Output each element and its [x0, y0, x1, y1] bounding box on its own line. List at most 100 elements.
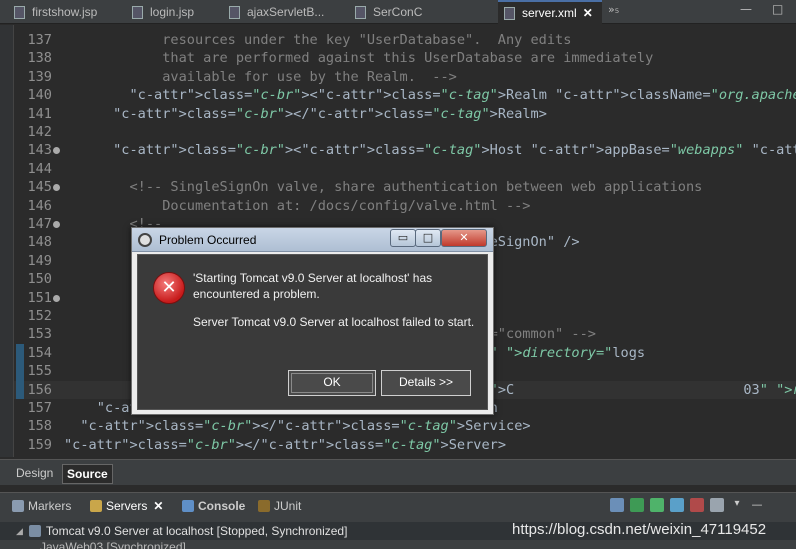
view-menu-icon[interactable]: ▾ [730, 498, 744, 512]
line-number: 146 [27, 197, 52, 214]
code-text: that are performed against this UserData… [64, 50, 654, 67]
line-number: 159 [27, 436, 52, 453]
tab-junit[interactable]: JUnit [258, 499, 301, 513]
tab-label: Console [198, 499, 246, 513]
tab-label: SerConC [373, 5, 423, 19]
module-row[interactable]: JavaWeb03 [Synchronized] [40, 540, 186, 549]
debug-server-icon[interactable] [610, 498, 624, 512]
tab-overflow-button[interactable]: »₅ [608, 3, 619, 16]
close-icon[interactable]: ✕ [583, 6, 593, 20]
line-number: 143 [27, 142, 52, 159]
error-message-detail: Server Tomcat v9.0 Server at localhost f… [193, 315, 475, 329]
code-line[interactable]: 146 Documentation at: /docs/config/valve… [14, 197, 796, 215]
problem-occurred-dialog: Problem Occurred ▭ □ ✕ ✕ 'Starting Tomca… [131, 227, 494, 415]
code-line[interactable]: 142 [14, 123, 796, 141]
minimize-icon[interactable]: — [750, 498, 764, 512]
tab-server-xml[interactable]: server.xml ✕ [498, 0, 602, 24]
line-number: 147 [27, 216, 52, 232]
line-number: 157 [27, 400, 52, 416]
code-text: "c-attr">class="c-br"><"c-attr">class="c… [113, 142, 796, 159]
watermark-text: https://blog.csdn.net/weixin_47119452 [512, 521, 767, 538]
tab-source[interactable]: Source [62, 464, 113, 484]
fold-toggle-icon[interactable] [53, 221, 60, 228]
code-line[interactable]: 137 resources under the key "UserDatabas… [14, 31, 796, 49]
stop-server-icon[interactable] [690, 498, 704, 512]
tab-label: login.jsp [150, 5, 195, 19]
xml-file-icon [504, 6, 515, 20]
line-number: 144 [27, 160, 52, 177]
line-number: 139 [27, 68, 52, 85]
markers-icon [12, 500, 24, 512]
tab-serconc[interactable]: SerConC [355, 0, 422, 24]
publish-icon[interactable] [670, 498, 684, 512]
expand-icon[interactable]: ◢ [16, 526, 23, 537]
code-line[interactable]: 140 "c-attr">class="c-br"><"c-attr">clas… [14, 86, 796, 104]
tab-design[interactable]: Design [12, 464, 57, 482]
line-number: 154 [27, 344, 52, 361]
line-number: 141 [27, 105, 52, 122]
tab-firstshow-jsp[interactable]: firstshow.jsp [14, 0, 97, 24]
eclipse-icon [138, 233, 152, 247]
tab-label: JUnit [274, 499, 302, 513]
editor-mode-tabs: Design Source [0, 459, 796, 485]
code-line[interactable]: 139 available for use by the Realm. --> [14, 68, 796, 86]
code-line[interactable]: 141 "c-attr">class="c-br"></"c-attr">cla… [14, 105, 796, 123]
code-text: <!-- SingleSignOn valve, share authentic… [64, 179, 703, 196]
start-server-icon[interactable] [630, 498, 644, 512]
tab-label: Markers [28, 499, 72, 513]
close-icon[interactable]: ✕ [153, 499, 163, 513]
code-line[interactable]: 138 that are performed against this User… [14, 49, 796, 67]
tab-servers[interactable]: Servers ✕ [90, 499, 163, 513]
line-number: 145 [27, 179, 52, 196]
console-icon [182, 500, 194, 512]
minimize-button[interactable]: ▭ [390, 229, 416, 247]
maximize-button[interactable]: □ [415, 229, 441, 247]
servers-icon [90, 500, 102, 512]
dialog-body: ✕ 'Starting Tomcat v9.0 Server at localh… [137, 254, 488, 410]
editor-tab-bar: firstshow.jsp login.jsp ajaxServletB... … [0, 0, 796, 24]
code-text: "c-attr">class="c-br"></"c-attr">class="… [113, 105, 547, 122]
profile-server-icon[interactable] [650, 498, 664, 512]
tab-markers[interactable]: Markers [12, 499, 71, 513]
tab-label: Servers [106, 499, 148, 513]
dialog-title: Problem Occurred [159, 233, 257, 247]
maximize-icon[interactable]: □ [772, 2, 783, 16]
line-number: 148 [27, 234, 52, 251]
fold-toggle-icon[interactable] [53, 294, 60, 302]
java-file-icon [229, 5, 240, 19]
line-number: 149 [27, 252, 52, 269]
jsp-file-icon [14, 5, 25, 19]
code-text: "c-attr">class="c-br"><"c-attr">class="c… [129, 87, 796, 104]
tomcat-server-icon [28, 525, 41, 537]
line-number: 156 [27, 381, 52, 398]
code-line[interactable]: 158 "c-attr">class="c-br"></"c-attr">cla… [14, 417, 796, 435]
tab-console[interactable]: Console [182, 499, 245, 513]
fold-toggle-icon[interactable] [53, 184, 60, 192]
line-number: 153 [27, 326, 52, 343]
disconnect-icon[interactable] [710, 498, 724, 512]
tab-ajaxservlet[interactable]: ajaxServletB... [229, 0, 324, 24]
line-number: 142 [27, 124, 52, 140]
tab-login-jsp[interactable]: login.jsp [132, 0, 194, 24]
left-gutter [0, 25, 14, 457]
details-button[interactable]: Details >> [381, 370, 471, 396]
close-button[interactable]: ✕ [441, 229, 487, 247]
line-number: 152 [27, 308, 52, 324]
error-message-primary: 'Starting Tomcat v9.0 Server at localhos… [193, 271, 433, 301]
line-number: 158 [27, 418, 52, 435]
error-icon: ✕ [153, 272, 185, 304]
code-line[interactable]: 145 <!-- SingleSignOn valve, share authe… [14, 178, 796, 196]
java-file-icon [355, 5, 366, 19]
ok-button[interactable]: OK [288, 370, 376, 396]
fold-toggle-icon[interactable] [53, 147, 60, 155]
code-text: resources under the key "UserDatabase". … [64, 32, 572, 48]
code-line[interactable]: 143 "c-attr">class="c-br"><"c-attr">clas… [14, 141, 796, 159]
jsp-file-icon [132, 5, 143, 19]
code-line[interactable]: 159 "c-attr">class="c-br"></"c-attr">clas… [14, 436, 796, 454]
minimize-icon[interactable]: — [740, 2, 752, 16]
server-status: Tomcat v9.0 Server at localhost [Stopped… [45, 524, 348, 538]
dialog-title-bar: Problem Occurred ▭ □ ✕ [132, 228, 493, 252]
line-number: 140 [27, 87, 52, 104]
code-text: "c-attr">class="c-br"></"c-attr">class="… [64, 436, 507, 453]
code-line[interactable]: 144 [14, 160, 796, 178]
